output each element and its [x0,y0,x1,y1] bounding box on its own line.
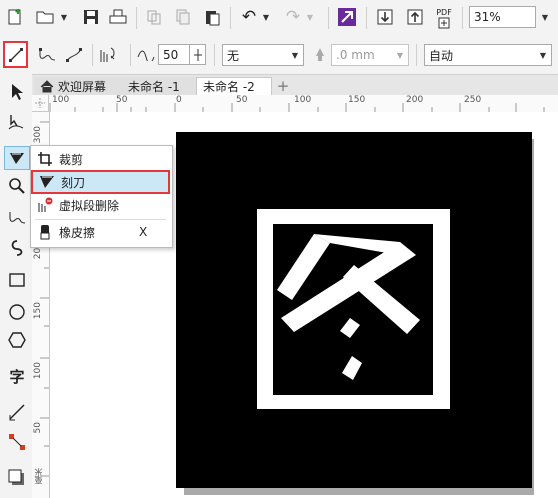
tab-label: 未命名 -2 [203,80,255,94]
slider-icon [193,48,202,61]
crop-tool-icon[interactable] [4,146,30,170]
menu-item-crop[interactable]: 裁剪 [31,148,170,170]
tab-label: 欢迎屏幕 [58,79,107,94]
search-content-icon[interactable] [336,6,358,28]
outline-style-value: 无 [227,48,240,63]
document-tabs: 欢迎屏幕 未命名 -1 未命名 -2 + [32,75,558,95]
import-icon[interactable] [374,6,396,28]
line-icon [8,47,23,62]
smoothing-input[interactable]: 50 [158,44,190,65]
outline-pen-icon [310,44,330,66]
print-icon[interactable] [107,6,129,28]
redo-icon[interactable]: ↷ [282,6,304,28]
tab-label: 未命名 -1 [128,79,180,94]
ruler-origin-icon [35,98,45,108]
bezier-mode-icon[interactable] [63,44,85,66]
knife-icon [33,174,61,190]
crop-icon [31,151,59,167]
rectangle-tool-icon[interactable] [4,268,30,292]
crop-tools-flyout: 裁剪 刻刀 虚拟段删除 橡皮擦 X [30,145,173,248]
property-bar: 50 无 ▼ .0 mm ▼ 自动 ▼ [0,36,558,75]
parallel-dimension-icon[interactable] [4,400,30,424]
chevron-down-icon: ▼ [539,50,547,60]
horizontal-ruler[interactable]: 100 50 0 50 100 150 200 250 [32,95,558,113]
ruler-tick-label: 300 [33,126,43,144]
connector-tool-icon[interactable] [4,430,30,454]
export-icon[interactable] [404,6,426,28]
freehand-tool-icon[interactable] [4,206,30,230]
outline-width-value: .0 mm [336,48,375,62]
ruler-tick-label: 200 [406,95,424,105]
ruler-unit-label: 毫米 [34,468,43,484]
menu-item-knife[interactable]: 刻刀 [31,170,170,194]
ruler-tick-label: 250 [464,95,482,105]
tab-untitled-2[interactable]: 未命名 -2 [196,77,272,95]
smoothing-value: 50 [163,47,179,62]
chevron-down-icon[interactable]: ▼ [538,6,552,28]
save-icon[interactable] [80,6,102,28]
cut-mode-icon[interactable] [98,44,122,66]
home-icon [40,79,54,92]
chevron-down-icon[interactable]: ▼ [260,6,272,28]
ruler-tick-label: 50 [116,95,128,105]
open-folder-icon[interactable] [34,6,56,28]
ruler-tick-label: 100 [33,362,43,380]
zoom-level-input[interactable]: 31% [469,6,536,28]
shape-tool-icon[interactable] [4,110,30,134]
mode-select-value: 自动 [429,48,454,63]
cut-icon[interactable] [143,6,165,28]
standard-toolbar: ▼ ↶ ▼ ↷ ▼ PDF 31% ▼ [0,0,558,37]
ruler-tick-label: 50 [236,95,248,105]
chevron-down-icon: ▼ [396,50,404,60]
smoothing-slider-button[interactable] [190,44,206,65]
ellipse-tool-icon[interactable] [4,300,30,324]
chevron-down-icon[interactable]: ▼ [304,6,316,28]
two-point-line-mode-button[interactable] [3,41,28,68]
chevron-down-icon[interactable]: ▼ [58,6,70,28]
pick-tool-icon[interactable] [4,80,30,104]
menu-item-label: 橡皮擦 [59,225,96,240]
new-tab-button[interactable]: + [272,77,294,95]
menu-item-label: 裁剪 [59,152,84,167]
ruler-origin[interactable] [32,95,49,112]
undo-icon[interactable]: ↶ [238,6,260,28]
toolbox: 字 [0,74,33,498]
ruler-tick-label: 150 [33,302,43,320]
ruler-tick-label: 100 [52,95,70,105]
zoom-tool-icon[interactable] [4,174,30,198]
chevron-down-icon: ▼ [291,50,299,60]
paste-icon[interactable] [201,6,223,28]
text-tool-icon[interactable]: 字 [4,364,30,388]
pdf-label: PDF [436,7,452,17]
publish-pdf-button[interactable]: PDF [432,5,456,31]
menu-item-label: 刻刀 [61,175,86,190]
ruler-tick-label: 50 [33,422,43,434]
new-document-icon[interactable] [4,6,26,28]
artistic-media-icon[interactable] [4,236,30,260]
freehand-mode-icon[interactable] [36,44,58,66]
polygon-tool-icon[interactable] [4,328,30,352]
ruler-tick-label: 100 [294,95,312,105]
virtual-segment-delete-icon [31,197,59,213]
ruler-tick-label: 0 [176,95,182,105]
tab-label: + [276,77,290,95]
menu-item-shortcut: X [139,225,148,239]
menu-item-virtual-segment-delete[interactable]: 虚拟段删除 [31,194,170,216]
copy-icon[interactable] [172,6,194,28]
smoothing-icon [136,44,156,66]
tab-untitled-1[interactable]: 未命名 -1 [122,77,196,95]
zoom-level-value: 31% [474,10,501,24]
menu-item-eraser[interactable]: 橡皮擦 X [31,221,170,243]
pdf-icon [438,17,450,28]
ruler-tick-label: 150 [348,95,366,105]
mode-select[interactable]: 自动 [424,44,552,66]
eraser-icon [31,224,59,240]
menu-divider [35,219,166,220]
drop-shadow-tool-icon[interactable] [4,466,30,490]
menu-item-label: 虚拟段删除 [59,198,120,213]
tab-welcome[interactable]: 欢迎屏幕 [34,77,122,95]
